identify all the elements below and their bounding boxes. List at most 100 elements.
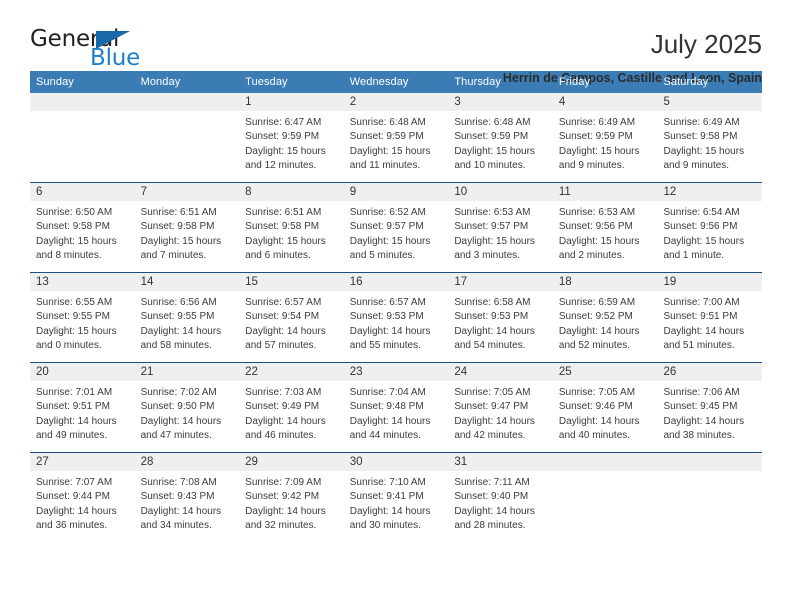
daylight-text: Daylight: 15 hours <box>140 235 222 247</box>
day-number: 23 <box>343 363 449 381</box>
day-details: Sunrise: 6:58 AM Sunset: 9:53 PM Daylight:… <box>448 291 553 354</box>
day-cell[interactable]: 5 Sunrise: 6:49 AM Sunset: 9:58 PM Daylight… <box>657 93 763 182</box>
day-cell-empty <box>134 93 240 182</box>
day-cell[interactable]: 16 Sunrise: 6:57 AM Sunset: 9:53 PM Dayligh… <box>343 273 449 362</box>
day-details: Sunrise: 6:55 AM Sunset: 9:55 PM Daylight:… <box>30 291 135 354</box>
calendar-week-row: 20 Sunrise: 7:01 AM Sunset: 9:51 PM Dayligh… <box>30 362 763 452</box>
weekday-header-monday: Monday <box>140 76 181 88</box>
daylight-text: and 49 minutes. <box>36 430 108 442</box>
day-number: 10 <box>448 183 553 201</box>
day-details: Sunrise: 7:07 AM Sunset: 9:44 PM Daylight:… <box>30 471 135 534</box>
day-number: 15 <box>239 273 344 291</box>
day-number: 13 <box>30 273 135 291</box>
daylight-text: and 54 minutes. <box>454 340 526 352</box>
daylight-text: Daylight: 15 hours <box>245 235 326 247</box>
sunrise-text: Sunrise: 6:53 AM <box>558 207 636 218</box>
weekday-header-wednesday: Wednesday <box>349 76 409 88</box>
day-details: Sunrise: 7:05 AM Sunset: 9:47 PM Daylight:… <box>448 381 553 444</box>
daylight-text: Daylight: 14 hours <box>349 505 431 517</box>
sunset-text: Sunset: 9:48 PM <box>349 401 424 413</box>
day-cell[interactable]: 19 Sunrise: 7:00 AM Sunset: 9:51 PM Dayligh… <box>657 273 763 362</box>
day-details: Sunrise: 7:11 AM Sunset: 9:40 PM Daylight:… <box>448 471 553 534</box>
sunrise-text: Sunrise: 6:48 AM <box>454 117 531 128</box>
day-cell[interactable]: 11 Sunrise: 6:53 AM Sunset: 9:56 PM Dayligh… <box>552 183 658 272</box>
sunrise-text: Sunrise: 7:05 AM <box>454 387 531 398</box>
sunset-text: Sunset: 9:51 PM <box>36 401 110 413</box>
day-details: Sunrise: 6:51 AM Sunset: 9:58 PM Daylight:… <box>135 201 240 264</box>
day-details <box>30 111 135 116</box>
day-cell[interactable]: 17 Sunrise: 6:58 AM Sunset: 9:53 PM Dayligh… <box>448 273 553 362</box>
sunrise-text: Sunrise: 6:49 AM <box>558 117 636 128</box>
day-details: Sunrise: 6:49 AM Sunset: 9:59 PM Daylight:… <box>553 111 658 174</box>
day-cell[interactable]: 20 Sunrise: 7:01 AM Sunset: 9:51 PM Dayligh… <box>30 363 135 452</box>
day-number: 21 <box>134 363 240 381</box>
generalblue-logo[interactable]: General Blue <box>30 28 160 74</box>
day-number: 29 <box>239 453 344 471</box>
day-cell[interactable]: 15 Sunrise: 6:57 AM Sunset: 9:54 PM Dayligh… <box>239 273 344 362</box>
sunset-text: Sunset: 9:52 PM <box>558 311 633 323</box>
sunset-text: Sunset: 9:40 PM <box>454 491 529 503</box>
daylight-text: and 46 minutes. <box>245 430 317 442</box>
day-details: Sunrise: 6:56 AM Sunset: 9:55 PM Daylight:… <box>135 291 240 354</box>
day-number: 6 <box>30 183 135 201</box>
daylight-text: and 57 minutes. <box>245 340 317 352</box>
sunset-text: Sunset: 9:58 PM <box>36 221 110 233</box>
calendar-body: 1 Sunrise: 6:47 AM Sunset: 9:59 PM Daylight… <box>30 93 763 542</box>
day-cell[interactable]: 7 Sunrise: 6:51 AM Sunset: 9:58 PM Daylight… <box>134 183 240 272</box>
day-cell[interactable]: 14 Sunrise: 6:56 AM Sunset: 9:55 PM Dayligh… <box>134 273 240 362</box>
sunset-text: Sunset: 9:54 PM <box>245 311 320 323</box>
day-cell[interactable]: 22 Sunrise: 7:03 AM Sunset: 9:49 PM Dayligh… <box>239 363 344 452</box>
day-number: 2 <box>343 93 449 111</box>
sunset-text: Sunset: 9:57 PM <box>349 221 424 233</box>
sunrise-text: Sunrise: 6:51 AM <box>140 207 217 218</box>
day-cell[interactable]: 28 Sunrise: 7:08 AM Sunset: 9:43 PM Dayligh… <box>134 453 240 542</box>
day-cell[interactable]: 13 Sunrise: 6:55 AM Sunset: 9:55 PM Dayligh… <box>30 273 135 362</box>
day-cell[interactable]: 1 Sunrise: 6:47 AM Sunset: 9:59 PM Daylight… <box>239 93 344 182</box>
daylight-text: Daylight: 14 hours <box>36 415 117 427</box>
day-details: Sunrise: 7:05 AM Sunset: 9:46 PM Daylight:… <box>553 381 658 444</box>
day-number: 24 <box>448 363 553 381</box>
sunset-text: Sunset: 9:59 PM <box>349 131 424 143</box>
daylight-text: Daylight: 15 hours <box>663 235 745 247</box>
day-cell[interactable]: 10 Sunrise: 6:53 AM Sunset: 9:57 PM Dayligh… <box>448 183 553 272</box>
calendar-week-row: 6 Sunrise: 6:50 AM Sunset: 9:58 PM Daylight… <box>30 182 763 272</box>
day-cell[interactable]: 31 Sunrise: 7:11 AM Sunset: 9:40 PM Dayligh… <box>448 453 553 542</box>
daylight-text: and 6 minutes. <box>245 250 311 262</box>
day-cell[interactable]: 21 Sunrise: 7:02 AM Sunset: 9:50 PM Dayligh… <box>134 363 240 452</box>
day-cell[interactable]: 26 Sunrise: 7:06 AM Sunset: 9:45 PM Dayligh… <box>657 363 763 452</box>
daylight-text: and 32 minutes. <box>245 520 317 532</box>
sunrise-text: Sunrise: 7:10 AM <box>349 477 426 488</box>
sunrise-text: Sunrise: 7:04 AM <box>349 387 426 398</box>
day-cell[interactable]: 12 Sunrise: 6:54 AM Sunset: 9:56 PM Dayligh… <box>657 183 763 272</box>
day-number: 25 <box>552 363 658 381</box>
day-cell[interactable]: 18 Sunrise: 6:59 AM Sunset: 9:52 PM Dayligh… <box>552 273 658 362</box>
day-cell[interactable]: 27 Sunrise: 7:07 AM Sunset: 9:44 PM Dayligh… <box>30 453 135 542</box>
sunset-text: Sunset: 9:55 PM <box>36 311 110 323</box>
sunrise-text: Sunrise: 7:00 AM <box>663 297 740 308</box>
day-number: 9 <box>343 183 449 201</box>
day-cell[interactable]: 25 Sunrise: 7:05 AM Sunset: 9:46 PM Dayligh… <box>552 363 658 452</box>
day-cell[interactable]: 8 Sunrise: 6:51 AM Sunset: 9:58 PM Daylight… <box>239 183 344 272</box>
day-details: Sunrise: 6:51 AM Sunset: 9:58 PM Daylight:… <box>239 201 344 264</box>
daylight-text: and 44 minutes. <box>349 430 421 442</box>
day-cell[interactable]: 4 Sunrise: 6:49 AM Sunset: 9:59 PM Daylight… <box>552 93 658 182</box>
day-details: Sunrise: 6:57 AM Sunset: 9:53 PM Daylight:… <box>344 291 449 354</box>
daylight-text: Daylight: 15 hours <box>36 235 117 247</box>
day-cell[interactable]: 30 Sunrise: 7:10 AM Sunset: 9:41 PM Dayligh… <box>343 453 449 542</box>
day-cell[interactable]: 23 Sunrise: 7:04 AM Sunset: 9:48 PM Dayligh… <box>343 363 449 452</box>
daylight-text: Daylight: 14 hours <box>140 415 222 427</box>
sunset-text: Sunset: 9:57 PM <box>454 221 529 233</box>
sunset-text: Sunset: 9:42 PM <box>245 491 320 503</box>
day-cell[interactable]: 24 Sunrise: 7:05 AM Sunset: 9:47 PM Dayligh… <box>448 363 553 452</box>
day-cell[interactable]: 2 Sunrise: 6:48 AM Sunset: 9:59 PM Daylight… <box>343 93 449 182</box>
weekday-header-sunday: Sunday <box>36 76 74 88</box>
day-details: Sunrise: 7:01 AM Sunset: 9:51 PM Daylight:… <box>30 381 135 444</box>
day-cell[interactable]: 6 Sunrise: 6:50 AM Sunset: 9:58 PM Daylight… <box>30 183 135 272</box>
daylight-text: and 52 minutes. <box>558 340 631 352</box>
day-cell-empty <box>30 93 135 182</box>
day-cell[interactable]: 9 Sunrise: 6:52 AM Sunset: 9:57 PM Daylight… <box>343 183 449 272</box>
day-cell[interactable]: 29 Sunrise: 7:09 AM Sunset: 9:42 PM Dayligh… <box>239 453 344 542</box>
day-number: 26 <box>657 363 763 381</box>
day-cell[interactable]: 3 Sunrise: 6:48 AM Sunset: 9:59 PM Daylight… <box>448 93 553 182</box>
day-number: 28 <box>134 453 240 471</box>
